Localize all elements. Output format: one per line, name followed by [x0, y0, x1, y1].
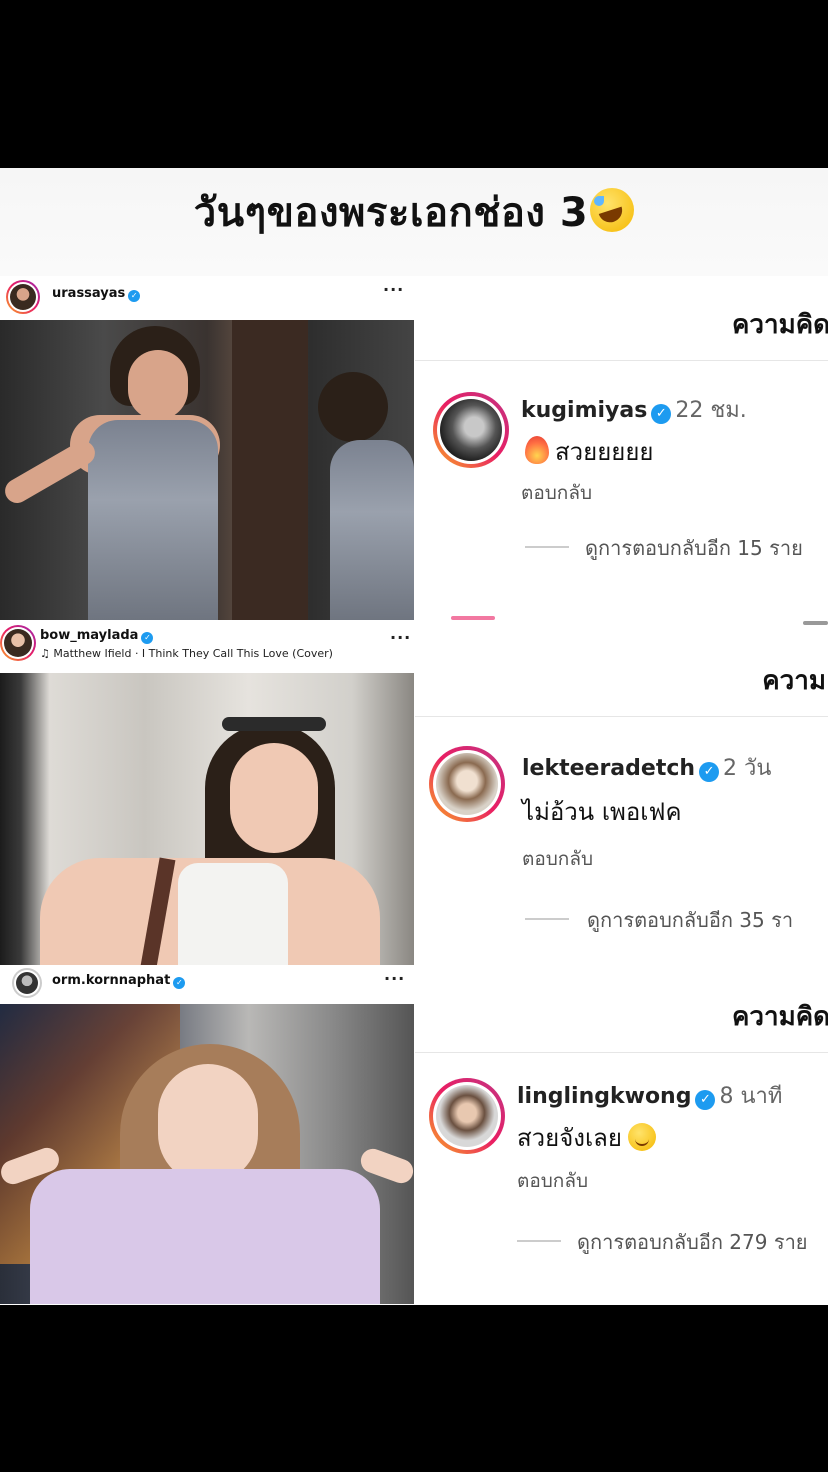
avatar[interactable]	[0, 625, 36, 661]
comment-text: สวยจังเลย	[517, 1118, 656, 1157]
more-options-icon[interactable]: ···	[383, 280, 404, 299]
comment-time: 22 ชม.	[675, 398, 747, 423]
verified-badge-icon: ✓	[699, 762, 720, 782]
comments-header: ความคิด	[731, 310, 828, 340]
comment-text: สวยยยยย	[525, 432, 653, 471]
commenter-username[interactable]: lekteeradetch ✓ 2 วัน	[522, 750, 771, 785]
verified-badge-icon: ✓	[651, 404, 672, 424]
comment-card-3: ความคิด linglingkwong ✓ 8 นาที สวยจังเลย ต…	[415, 970, 828, 1305]
comments-header: ความ	[762, 666, 826, 696]
commenter-avatar[interactable]	[429, 1078, 505, 1154]
top-black-bar	[0, 0, 828, 168]
reply-button[interactable]: ตอบกลับ	[522, 844, 593, 874]
post-photo-1	[0, 320, 414, 620]
view-more-replies[interactable]: ดูการตอบกลับอีก 15 ราย	[585, 532, 803, 564]
sunglasses-icon	[222, 717, 326, 731]
post-header-1: urassayas ✓ ···	[0, 276, 414, 320]
comment-card-1: ความคิด kugimiyas ✓ 22 ชม. สวยยยยย ตอบกลับ…	[415, 276, 828, 628]
comment-text: ไม่อ้วน เพอเฟค	[522, 798, 682, 826]
fire-emoji-icon	[525, 436, 549, 464]
post-photo-2	[0, 673, 414, 965]
post-username[interactable]: urassayas ✓	[52, 286, 141, 302]
comment-time: 8 นาที	[719, 1084, 783, 1109]
commenter-username[interactable]: linglingkwong ✓ 8 นาที	[517, 1078, 782, 1113]
reply-button[interactable]: ตอบกลับ	[521, 478, 592, 508]
post-username[interactable]: bow_maylada ✓	[40, 628, 154, 644]
comment-card-2: ความ lekteeradetch ✓ 2 วัน ไม่อ้วน เพอเฟค …	[415, 628, 828, 970]
post-photo-3	[0, 1004, 414, 1304]
post-header-2: bow_maylada ✓ ♫ Matthew Ifield · I Think …	[0, 620, 414, 673]
collage-title: วันๆของพระเอกช่อง 3	[0, 180, 828, 244]
title-band: วันๆของพระเอกช่อง 3	[0, 168, 828, 276]
scroll-indicator	[803, 621, 828, 625]
commenter-avatar[interactable]	[429, 746, 505, 822]
more-options-icon[interactable]: ···	[390, 628, 411, 647]
post-username[interactable]: orm.kornnaphat ✓	[52, 973, 186, 989]
view-more-replies[interactable]: ดูการตอบกลับอีก 279 ราย	[577, 1226, 808, 1258]
verified-badge-icon: ✓	[128, 290, 141, 302]
verified-badge-icon: ✓	[173, 977, 186, 989]
reply-button[interactable]: ตอบกลับ	[517, 1166, 588, 1196]
avatar[interactable]	[12, 968, 42, 998]
collage-image: วันๆของพระเอกช่อง 3 urassayas ✓ ··· bow_m…	[0, 168, 828, 1305]
bottom-black-bar	[0, 1305, 828, 1472]
post-header-3: orm.kornnaphat ✓ ···	[0, 965, 414, 1004]
view-more-replies[interactable]: ดูการตอบกลับอีก 35 รา	[587, 904, 793, 936]
music-note-icon: ♫	[40, 647, 50, 660]
title-text: วันๆของพระเอกช่อง 3	[193, 190, 589, 236]
post-music[interactable]: ♫ Matthew Ifield · I Think They Call Thi…	[40, 647, 333, 660]
smiling-emoji-icon	[627, 1123, 656, 1151]
comment-time: 2 วัน	[723, 756, 772, 781]
more-options-icon[interactable]: ···	[384, 969, 405, 988]
verified-badge-icon: ✓	[141, 632, 154, 644]
commenter-username[interactable]: kugimiyas ✓ 22 ชม.	[521, 392, 747, 427]
comments-header: ความคิด	[731, 1002, 828, 1032]
avatar[interactable]	[6, 280, 40, 314]
laughing-emoji-icon	[590, 188, 635, 232]
mirror-frame	[232, 320, 308, 620]
verified-badge-icon: ✓	[695, 1090, 716, 1110]
commenter-avatar[interactable]	[433, 392, 509, 468]
